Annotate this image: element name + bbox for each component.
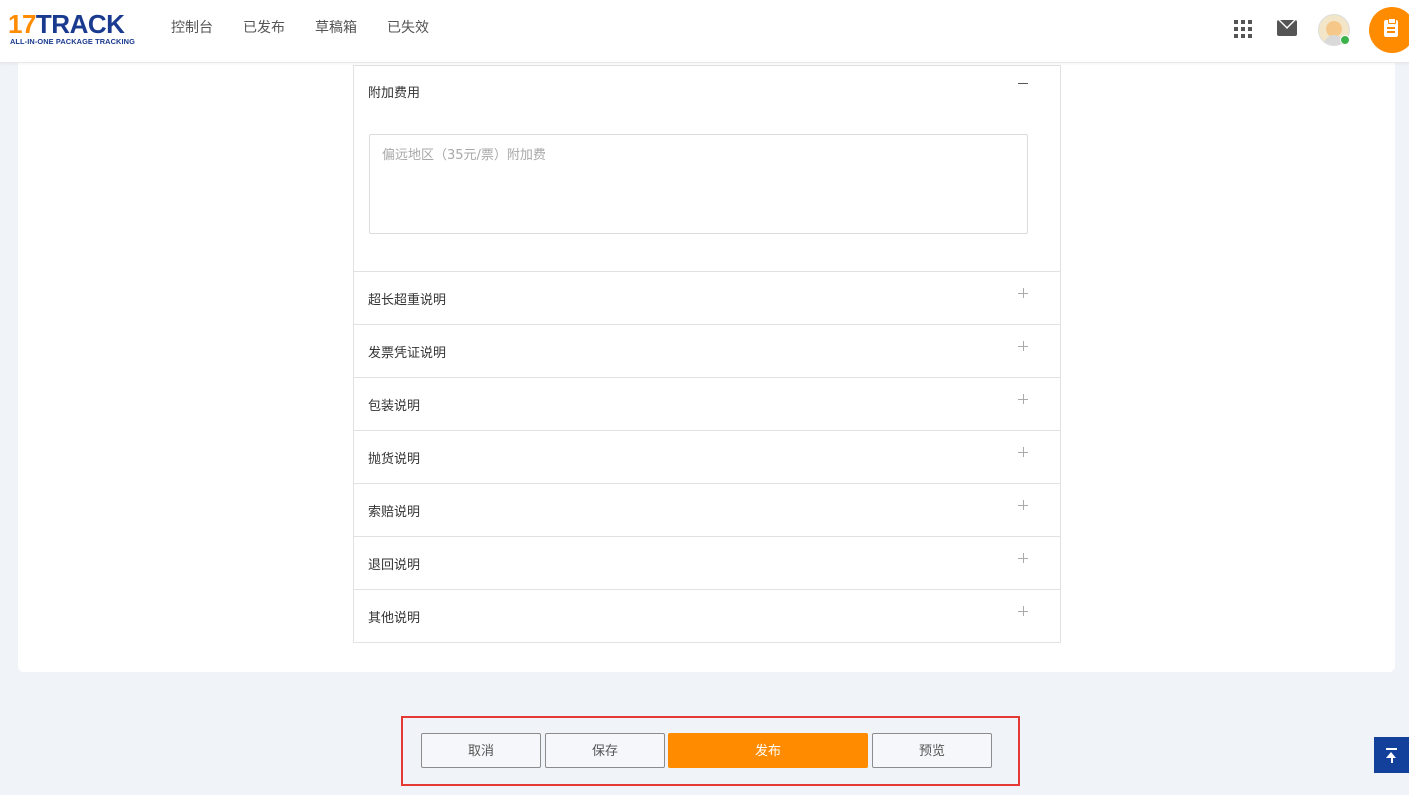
accordion-row-returns[interactable]: 退回说明 (354, 536, 1060, 589)
expand-plus-icon[interactable] (1018, 288, 1028, 298)
accordion-row-other[interactable]: 其他说明 (354, 589, 1060, 642)
logo-17: 17 (8, 9, 36, 39)
section-title-surcharge[interactable]: 附加费用 (368, 82, 420, 101)
cancel-button[interactable]: 取消 (421, 733, 541, 768)
row-label: 索赔说明 (368, 505, 421, 520)
mail-icon[interactable] (1277, 20, 1297, 36)
online-status-dot (1340, 35, 1350, 45)
row-label: 发票凭证说明 (368, 346, 447, 361)
expand-plus-icon[interactable] (1018, 606, 1028, 616)
collapse-minus-icon[interactable] (1018, 83, 1028, 84)
nav-dashboard[interactable]: 控制台 (171, 18, 213, 38)
nav-expired[interactable]: 已失效 (387, 18, 429, 38)
expand-plus-icon[interactable] (1018, 553, 1028, 563)
back-to-top-button[interactable] (1374, 737, 1409, 773)
accordion-row-volumetric[interactable]: 抛货说明 (354, 430, 1060, 483)
arrow-up-icon (1390, 757, 1393, 763)
preview-button[interactable]: 预览 (872, 733, 992, 768)
row-label: 超长超重说明 (368, 293, 447, 308)
surcharge-textarea[interactable] (369, 134, 1028, 234)
logo-tagline: ALL-IN-ONE PACKAGE TRACKING (10, 37, 135, 46)
row-label: 抛货说明 (368, 452, 421, 467)
row-label: 退回说明 (368, 558, 421, 573)
expand-plus-icon[interactable] (1018, 500, 1028, 510)
logo-17track[interactable]: 17TRACK ALL-IN-ONE PACKAGE TRACKING (8, 10, 138, 48)
nav-published[interactable]: 已发布 (243, 18, 285, 38)
accordion-panel: 附加费用 超长超重说明 发票凭证说明 包装说明 抛货说明 索赔说明 退回说明 其… (353, 65, 1061, 643)
row-label: 包装说明 (368, 399, 421, 414)
row-label: 其他说明 (368, 611, 421, 626)
accordion-row-oversize[interactable]: 超长超重说明 (354, 271, 1060, 324)
publish-button[interactable]: 发布 (668, 733, 868, 768)
clipboard-icon (1384, 18, 1398, 37)
expand-plus-icon[interactable] (1018, 394, 1028, 404)
apps-grid-icon[interactable] (1234, 20, 1252, 38)
logo-wordmark: 17TRACK (8, 9, 125, 39)
nav-drafts[interactable]: 草稿箱 (315, 18, 357, 38)
main-nav: 控制台 已发布 草稿箱 已失效 (171, 18, 459, 38)
accordion-row-invoice[interactable]: 发票凭证说明 (354, 324, 1060, 377)
expand-plus-icon[interactable] (1018, 447, 1028, 457)
top-header: 17TRACK ALL-IN-ONE PACKAGE TRACKING 控制台 … (0, 0, 1409, 63)
accordion-row-packaging[interactable]: 包装说明 (354, 377, 1060, 430)
expand-plus-icon[interactable] (1018, 341, 1028, 351)
accordion-row-claims[interactable]: 索赔说明 (354, 483, 1060, 536)
logo-track: TRACK (35, 9, 125, 39)
save-button[interactable]: 保存 (545, 733, 665, 768)
